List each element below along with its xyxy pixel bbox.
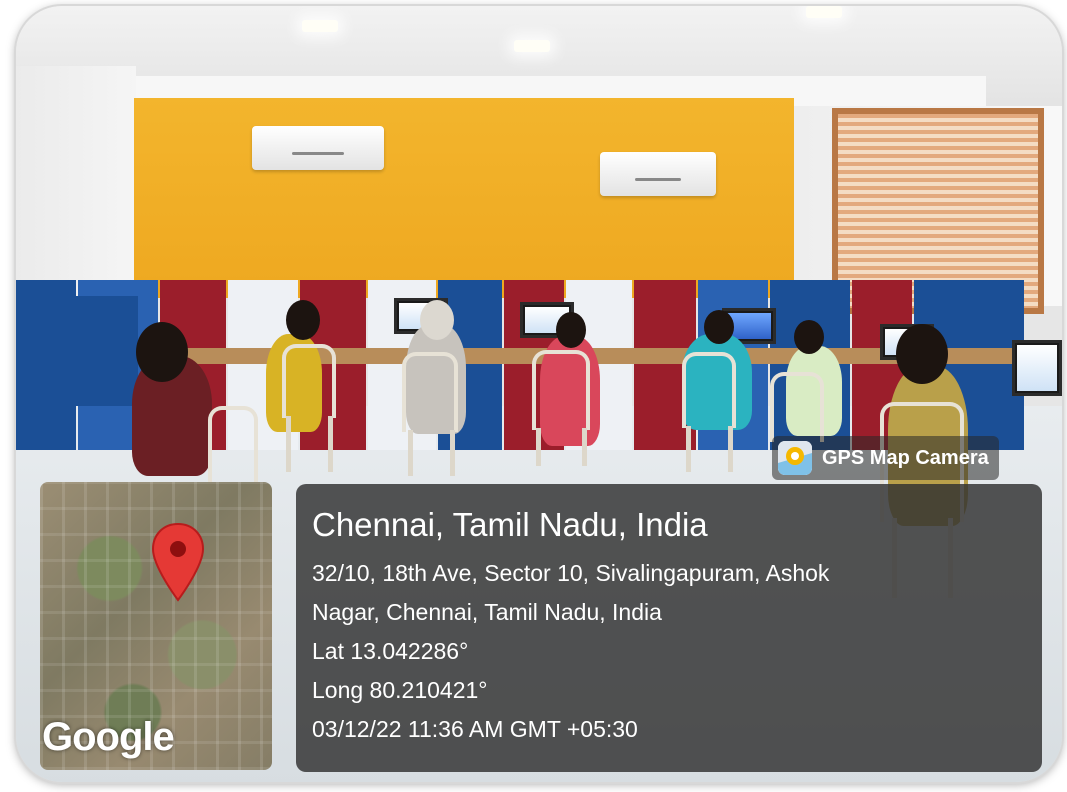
- map-pin-icon: [151, 522, 205, 602]
- gps-map-camera-app-icon: [778, 441, 812, 475]
- timestamp: 03/12/22 11:36 AM GMT +05:30: [312, 716, 638, 742]
- app-badge: GPS Map Camera: [772, 436, 999, 480]
- left-wall: [16, 66, 136, 296]
- person-head: [136, 322, 188, 382]
- front-partition: [16, 296, 138, 406]
- chair: [682, 352, 736, 428]
- app-name: GPS Map Camera: [822, 446, 989, 469]
- chair: [282, 344, 336, 418]
- map-thumbnail: Google: [40, 482, 272, 770]
- person-head: [896, 324, 948, 384]
- chair: [770, 372, 824, 442]
- ceiling-light: [514, 40, 550, 52]
- ceiling-light: [806, 6, 842, 18]
- computer-monitor: [1012, 340, 1062, 396]
- location-info-panel: Chennai, Tamil Nadu, India 32/10, 18th A…: [296, 484, 1042, 772]
- address-line-2: Nagar, Chennai, Tamil Nadu, India: [312, 599, 662, 625]
- ceiling-light: [302, 20, 338, 32]
- chair: [532, 350, 590, 430]
- air-conditioner: [600, 152, 716, 196]
- longitude: Long 80.210421°: [312, 677, 488, 703]
- person-head: [704, 310, 734, 344]
- person-head: [420, 300, 454, 340]
- chair: [208, 406, 258, 486]
- photo-frame: Google GPS Map Camera Chennai, Tamil Nad…: [16, 6, 1062, 782]
- air-conditioner: [252, 126, 384, 170]
- latitude: Lat 13.042286°: [312, 638, 469, 664]
- google-logo: Google: [42, 715, 175, 759]
- address-line-1: 32/10, 18th Ave, Sector 10, Sivalingapur…: [312, 560, 830, 586]
- person-head: [794, 320, 824, 354]
- person-head: [286, 300, 320, 340]
- person-head: [556, 312, 586, 348]
- chair: [402, 352, 458, 432]
- location-title: Chennai, Tamil Nadu, India: [312, 506, 708, 543]
- orange-wall: [134, 98, 794, 298]
